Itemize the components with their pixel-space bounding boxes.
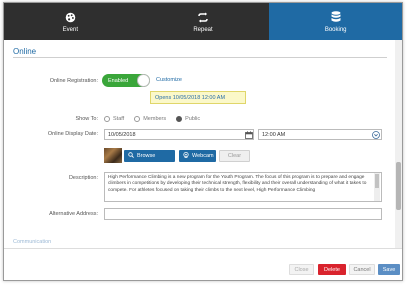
radio-members[interactable]: Members (134, 116, 166, 122)
alternative-address-input[interactable] (104, 208, 382, 220)
database-icon (329, 10, 343, 24)
cancel-button[interactable]: Cancel (349, 264, 375, 275)
radio-public[interactable]: Public (176, 116, 200, 122)
toggle-knob (137, 74, 150, 87)
event-image-thumbnail (104, 148, 122, 163)
delete-button[interactable]: Delete (318, 264, 346, 275)
search-icon (128, 152, 134, 160)
radio-staff[interactable]: Staff (104, 116, 124, 122)
webcam-icon (183, 151, 189, 160)
section-title: Online (13, 47, 37, 56)
radio-dot (176, 116, 183, 122)
webcam-button[interactable]: Webcam (179, 150, 216, 162)
radio-dot (104, 116, 110, 122)
tab-repeat[interactable]: Repeat (136, 3, 270, 40)
booking-dialog: Event Repeat Booking Online Online Regis… (3, 2, 403, 281)
dialog-footer: Close Delete Cancel Save (4, 248, 402, 280)
calendar-icon[interactable] (244, 130, 253, 139)
close-button[interactable]: Close (289, 264, 314, 275)
webcam-label: Webcam (192, 153, 214, 159)
display-date-input[interactable]: 10/05/2018 (104, 129, 254, 140)
description-textarea[interactable]: High Performance Climbing is a new progr… (104, 172, 382, 202)
toggle-text: Enabled (108, 77, 129, 84)
save-button[interactable]: Save (378, 264, 400, 275)
communication-link[interactable]: Communication (13, 239, 51, 245)
dialog-content: Online Online Registration: Enabled Cust… (4, 40, 395, 248)
palette-icon (63, 10, 77, 24)
customize-link[interactable]: Customize (156, 77, 182, 83)
tab-booking[interactable]: Booking (269, 3, 402, 40)
online-display-date-label: Online Display Date: (47, 131, 98, 137)
show-to-radio-group: Staff Members Public (104, 116, 200, 122)
description-scrollbar[interactable] (374, 173, 380, 201)
tab-booking-label: Booking (324, 27, 347, 33)
radio-dot (134, 116, 141, 122)
chevron-down-icon[interactable] (371, 130, 380, 139)
scrollbar-thumb[interactable] (396, 162, 401, 210)
content-scrollbar[interactable] (395, 40, 402, 248)
tab-repeat-label: Repeat (193, 27, 213, 33)
radio-members-label: Members (143, 116, 167, 122)
online-registration-toggle[interactable]: Enabled (102, 74, 150, 87)
tab-event-label: Event (62, 27, 78, 33)
alternative-address-label: Alternative Address: (49, 211, 98, 217)
clear-button[interactable]: Clear (219, 150, 250, 162)
radio-public-label: Public (185, 116, 201, 122)
opens-note: Opens 10/05/2018 12:00 AM (150, 91, 246, 104)
show-to-label: Show To: (75, 116, 98, 122)
repeat-icon (196, 10, 210, 24)
online-registration-label: Online Registration: (49, 78, 98, 84)
display-time-input[interactable]: 12:00 AM (258, 129, 382, 140)
tab-bar: Event Repeat Booking (4, 3, 402, 40)
description-label: Description: (68, 175, 98, 181)
section-divider (13, 57, 387, 58)
tab-event[interactable]: Event (4, 3, 137, 40)
radio-staff-label: Staff (113, 116, 125, 122)
browse-label: Browse (137, 153, 156, 159)
browse-button[interactable]: Browse (124, 150, 175, 162)
